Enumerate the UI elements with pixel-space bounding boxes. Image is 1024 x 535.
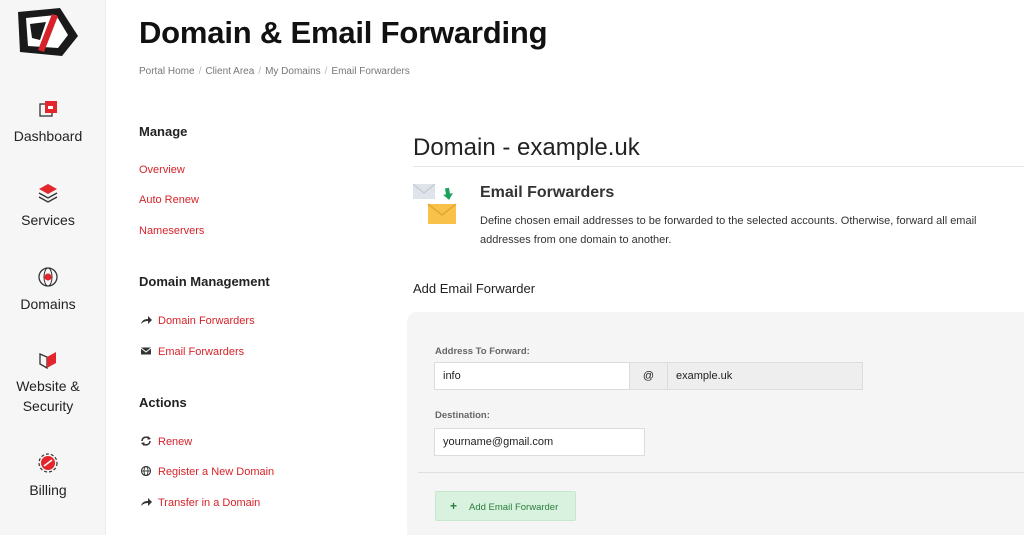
link-domain-forwarders[interactable]: Domain Forwarders <box>140 315 255 327</box>
rail-label: Website & <box>16 378 80 394</box>
link-label: Domain Forwarders <box>158 315 255 327</box>
globe-icon <box>140 466 152 476</box>
add-forwarder-heading: Add Email Forwarder <box>413 281 536 296</box>
email-forwarders-description: Define chosen email addresses to be forw… <box>480 215 977 246</box>
link-renew[interactable]: Renew <box>140 436 192 448</box>
address-input[interactable] <box>434 362 630 390</box>
address-label: Address To Forward: <box>435 346 530 357</box>
share-arrow-icon <box>141 498 152 506</box>
breadcrumb-my-domains[interactable]: My Domains <box>265 66 321 77</box>
rail-label: Services <box>21 212 75 228</box>
envelope-icon <box>140 347 152 355</box>
domain-title: Domain - example.uk <box>413 134 640 161</box>
breadcrumb-separator: / <box>258 66 262 77</box>
email-forward-icon <box>413 183 457 224</box>
button-label: Add Email Forwarder <box>469 502 559 513</box>
link-label: Renew <box>158 436 193 448</box>
page-title: Domain & Email Forwarding <box>139 15 548 50</box>
services-icon <box>38 184 58 203</box>
actions-heading: Actions <box>139 395 187 410</box>
link-label: Transfer in a Domain <box>158 497 261 509</box>
link-transfer-domain[interactable]: Transfer in a Domain <box>140 497 260 509</box>
breadcrumb-portal-home[interactable]: Portal Home <box>139 66 195 77</box>
at-symbol-addon: @ <box>629 362 668 390</box>
breadcrumb: Portal Home / Client Area / My Domains / Email… <box>139 66 410 77</box>
link-label: Register a New Domain <box>158 466 275 478</box>
rail-item-billing[interactable]: Billing <box>0 452 96 500</box>
dashboard-icon <box>39 101 57 117</box>
manage-heading: Manage <box>139 124 188 139</box>
rail-item-services[interactable]: Services <box>0 182 96 230</box>
security-icon <box>39 352 56 370</box>
domain-management-heading: Domain Management <box>139 274 270 289</box>
link-nameservers[interactable]: Nameservers <box>139 225 204 237</box>
title-divider <box>413 166 1024 167</box>
form-divider <box>418 472 1024 473</box>
link-register-domain[interactable]: Register a New Domain <box>140 466 274 478</box>
rail-label: Domains <box>20 296 76 312</box>
breadcrumb-current: Email Forwarders <box>331 66 410 77</box>
breadcrumb-separator: / <box>198 66 202 77</box>
billing-icon <box>38 453 58 473</box>
breadcrumb-client-area[interactable]: Client Area <box>205 66 254 77</box>
link-overview[interactable]: Overview <box>139 164 185 176</box>
logo-icon[interactable] <box>16 6 80 58</box>
refresh-icon <box>141 436 151 446</box>
share-arrow-icon <box>141 316 152 324</box>
destination-label: Destination: <box>435 410 490 421</box>
link-label: Email Forwarders <box>158 346 245 358</box>
link-email-forwarders[interactable]: Email Forwarders <box>140 346 244 358</box>
link-auto-renew[interactable]: Auto Renew <box>139 194 199 206</box>
domain-display: example.uk <box>667 362 863 390</box>
email-forwarders-title: Email Forwarders <box>480 184 615 201</box>
rail-item-domains[interactable]: Domains <box>0 266 96 314</box>
rail-label: Dashboard <box>13 128 83 144</box>
rail-item-dashboard[interactable]: Dashboard <box>0 98 96 146</box>
breadcrumb-separator: / <box>324 66 328 77</box>
plus-icon: + <box>450 499 458 513</box>
domains-icon <box>38 267 58 287</box>
rail-label: Billing <box>29 482 67 498</box>
add-email-forwarder-button[interactable]: + Add Email Forwarder <box>435 491 576 521</box>
rail-label: Security <box>22 398 74 414</box>
left-nav-rail: Dashboard Services Domains Website & Sec… <box>0 0 106 535</box>
rail-item-website-security[interactable]: Website & Security <box>0 348 96 416</box>
destination-input[interactable] <box>434 428 645 456</box>
